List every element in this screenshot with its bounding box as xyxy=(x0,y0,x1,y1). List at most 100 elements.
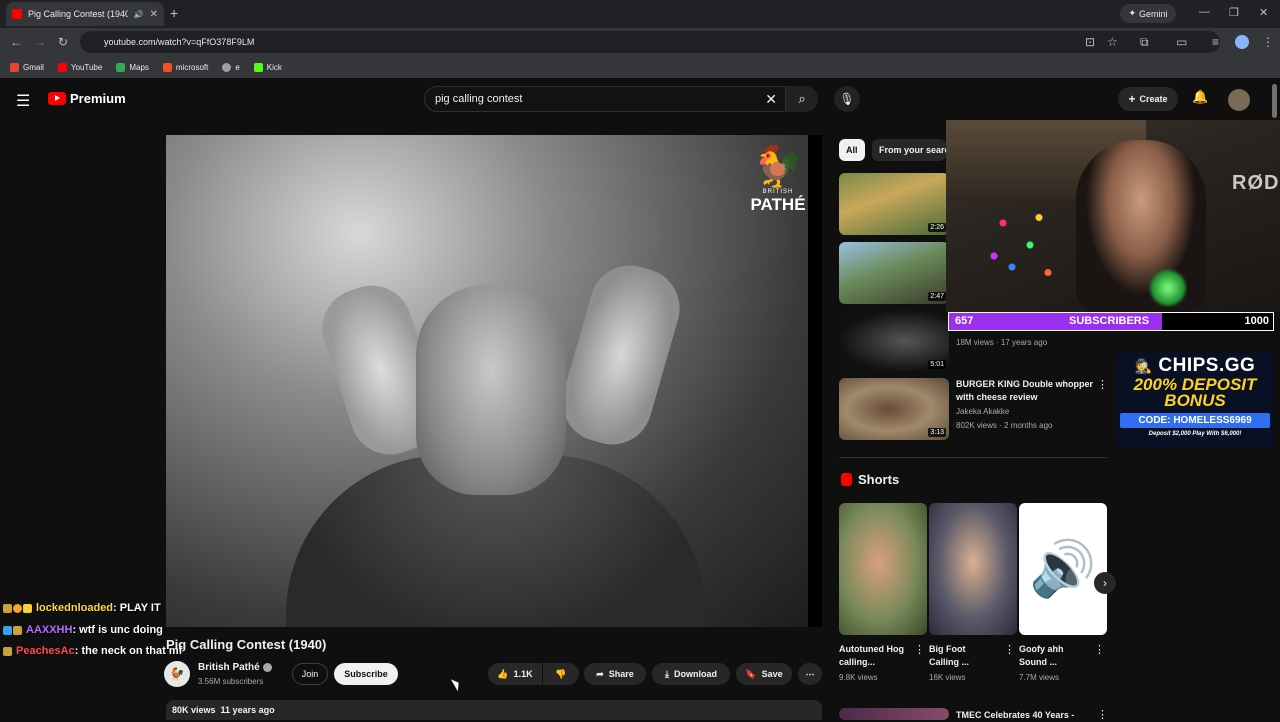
address-bar-row: ← → ↻ youtube.com/watch?v=qFfO378F9LM ⊡ … xyxy=(0,28,1280,56)
video-meta: 18M views · 17 years ago xyxy=(956,338,1048,347)
save-label: Save xyxy=(761,669,783,679)
more-options-icon[interactable]: ⋮ xyxy=(914,643,925,656)
short-title: Big Foot Calling ... xyxy=(929,644,970,667)
extensions-icon[interactable]: ⧉ xyxy=(1140,35,1149,50)
video-thumbnail: 3:13 xyxy=(839,378,949,440)
browser-tab-bar: Pig Calling Contest (1940) 🔊 ✕ + ✦ Gemin… xyxy=(0,0,1280,28)
thumbs-down-icon: 👎 xyxy=(555,668,567,679)
recommendation-item[interactable]: 3:13 BURGER KING Double whopper with che… xyxy=(839,378,1109,440)
more-horizontal-icon: ⋯ xyxy=(805,668,815,679)
chat-message: AAXXHH: wtf is unc doing xyxy=(3,624,163,636)
more-actions-button[interactable]: ⋯ xyxy=(798,663,822,685)
divider xyxy=(839,457,1107,458)
recommendation-item[interactable]: TMEC Celebrates 40 Years - ⋮ xyxy=(839,708,1109,721)
warning-badge-icon xyxy=(13,603,22,613)
share-icon: ➦ xyxy=(596,668,604,679)
back-arrow-icon[interactable]: ← xyxy=(10,35,22,49)
media-controls-icon[interactable]: ≡ xyxy=(1212,35,1219,49)
shorts-next-button[interactable]: › xyxy=(1094,572,1116,594)
bookmark-kick[interactable]: Kick xyxy=(253,62,282,72)
more-options-icon[interactable]: ⋮ xyxy=(1004,643,1015,656)
british-pathe-watermark: 🐓 BRITISH PATHÉ xyxy=(746,145,810,215)
dislike-button[interactable]: 👎 xyxy=(543,663,579,685)
bookmark-gmail[interactable]: Gmail xyxy=(10,62,44,72)
microphone-icon: 🎙 xyxy=(839,92,855,106)
channel-avatar[interactable]: 🐓 xyxy=(164,661,190,687)
shorts-heading-label: Shorts xyxy=(858,472,900,487)
bookmark-maps[interactable]: Maps xyxy=(116,62,149,72)
hamburger-menu-icon[interactable]: ☰ xyxy=(16,91,30,111)
search-value: pig calling contest xyxy=(435,93,523,105)
bookmark-star-icon[interactable]: ☆ xyxy=(1107,35,1118,49)
short-views: 16K views xyxy=(929,673,966,682)
ad-brand: 🕵 CHIPS.GG xyxy=(1116,355,1274,377)
chat-username: PeachesAc xyxy=(16,645,75,657)
more-options-icon[interactable]: ⋮ xyxy=(1094,643,1105,656)
short-item[interactable]: Big Foot Calling ... 16K views ⋮ xyxy=(929,503,1017,682)
join-button[interactable]: Join xyxy=(292,663,328,685)
page-scrollbar[interactable] xyxy=(1272,84,1277,118)
subscribe-button[interactable]: Subscribe xyxy=(334,663,398,685)
gemini-sparkle-icon: ✦ xyxy=(1128,8,1137,18)
short-item[interactable]: Autotuned Hog calling... 9.8K views ⋮ xyxy=(839,503,927,682)
forward-arrow-icon[interactable]: → xyxy=(34,35,46,49)
chip-all[interactable]: All xyxy=(839,139,865,161)
gemini-button[interactable]: ✦ Gemini xyxy=(1120,4,1176,23)
short-thumbnail xyxy=(839,503,927,635)
video-thumbnail: 5:01 xyxy=(839,310,949,372)
like-button[interactable]: 👍 1.1K xyxy=(488,663,542,685)
voice-search-button[interactable]: 🎙 xyxy=(834,86,860,112)
bookmark-icon: 🔖 xyxy=(745,668,757,679)
save-button[interactable]: 🔖 Save xyxy=(736,663,792,685)
like-count: 1.1K xyxy=(513,669,533,679)
webcam-rode-text: RØD xyxy=(1232,172,1280,194)
minimize-icon[interactable]: — xyxy=(1199,6,1210,18)
create-button[interactable]: + Create xyxy=(1118,87,1178,111)
bookmark-youtube[interactable]: YouTube xyxy=(57,62,102,72)
browser-menu-icon[interactable]: ⋮ xyxy=(1262,35,1274,49)
mustache-icon: 🕵 xyxy=(1134,358,1153,374)
sidebar-icon[interactable]: ▭ xyxy=(1176,35,1187,49)
tab-close-icon[interactable]: ✕ xyxy=(150,9,158,20)
crown-badge-icon xyxy=(3,603,12,613)
video-title: TMEC Celebrates 40 Years - xyxy=(956,710,1075,720)
youtube-logo[interactable]: Premium xyxy=(48,91,126,106)
notifications-bell-icon[interactable]: 🔔 xyxy=(1192,89,1208,105)
short-thumbnail: 🔊 xyxy=(1019,503,1107,635)
install-app-icon[interactable]: ⊡ xyxy=(1085,35,1095,49)
microsoft-icon xyxy=(162,62,172,72)
channel-name-row[interactable]: British Pathé xyxy=(198,662,272,673)
download-button[interactable]: ⤓ Download xyxy=(652,663,730,685)
rooster-logo-icon: 🐓 xyxy=(753,145,803,189)
bookmark-label: Gmail xyxy=(23,62,44,72)
account-avatar[interactable] xyxy=(1228,89,1250,111)
chat-badges xyxy=(3,625,22,635)
upload-age: 11 years ago xyxy=(220,705,275,715)
new-tab-button[interactable]: + xyxy=(170,5,178,21)
description-box[interactable]: 80K views 11 years ago xyxy=(166,700,822,720)
speaker-icon[interactable]: 🔊 xyxy=(134,10,144,19)
chat-message: PeachesAc: the neck on that mf xyxy=(3,645,182,657)
more-options-icon[interactable]: ⋮ xyxy=(1097,708,1108,721)
maximize-icon[interactable]: ❐ xyxy=(1229,6,1239,19)
search-button[interactable]: ⌕ xyxy=(786,86,818,112)
more-options-icon[interactable]: ⋮ xyxy=(1097,378,1108,391)
gift-badge-icon xyxy=(23,603,32,613)
short-item[interactable]: 🔊 Goofy ahh Sound ... 7.7M views ⋮ xyxy=(1019,503,1107,682)
bookmark-microsoft[interactable]: microsoft xyxy=(162,62,208,72)
reload-icon[interactable]: ↻ xyxy=(58,35,68,49)
chat-text: : PLAY IT xyxy=(113,602,161,614)
clear-search-icon[interactable]: ✕ xyxy=(765,91,777,108)
channel-name: British Pathé xyxy=(198,662,260,673)
share-button[interactable]: ➦ Share xyxy=(584,663,646,685)
browser-tab[interactable]: Pig Calling Contest (1940) 🔊 ✕ xyxy=(6,2,164,26)
bookmark-e[interactable]: e xyxy=(222,62,240,72)
video-player[interactable]: 🐓 BRITISH PATHÉ xyxy=(166,135,822,627)
profile-avatar-icon[interactable] xyxy=(1235,35,1249,49)
window-close-icon[interactable]: ✕ xyxy=(1259,6,1268,19)
youtube-play-icon xyxy=(48,92,66,105)
chip-from-your-search[interactable]: From your search xyxy=(872,139,946,161)
url-text: youtube.com/watch?v=qFfO378F9LM xyxy=(104,37,255,47)
search-input[interactable]: pig calling contest ✕ xyxy=(424,86,786,112)
address-bar[interactable]: youtube.com/watch?v=qFfO378F9LM xyxy=(80,31,1220,53)
